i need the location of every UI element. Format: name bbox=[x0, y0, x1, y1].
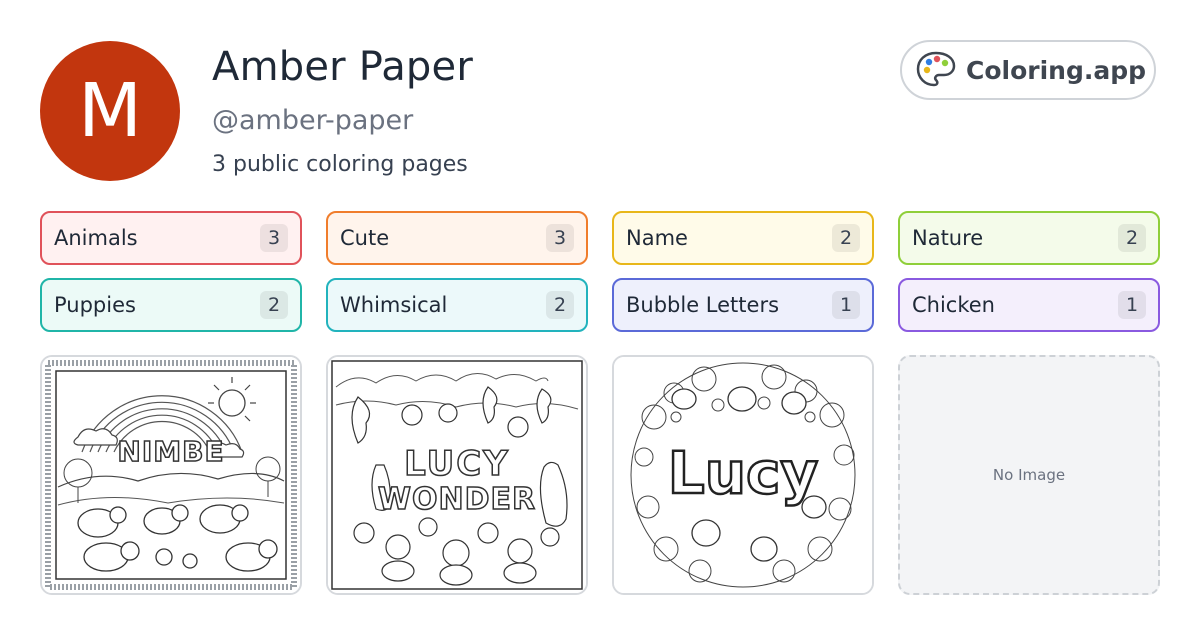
thumbnail-title: NIMBE bbox=[117, 435, 224, 468]
palette-icon bbox=[916, 51, 956, 87]
tag-puppies[interactable]: Puppies 2 bbox=[40, 278, 302, 332]
page-count: 3 public coloring pages bbox=[212, 152, 468, 177]
tag-label: Puppies bbox=[54, 293, 136, 317]
coloring-page-card-empty[interactable]: No Image bbox=[898, 355, 1160, 595]
profile-handle: @amber-paper bbox=[212, 105, 414, 136]
tag-label: Cute bbox=[340, 226, 390, 250]
tag-label: Chicken bbox=[912, 293, 995, 317]
tag-count: 2 bbox=[260, 291, 288, 319]
tag-chicken[interactable]: Chicken 1 bbox=[898, 278, 1160, 332]
brand-label: Coloring.app bbox=[966, 55, 1147, 85]
tag-count: 1 bbox=[1118, 291, 1146, 319]
tag-label: Name bbox=[626, 226, 688, 250]
coloring-page-card[interactable]: LUCY WONDER bbox=[326, 355, 588, 595]
tag-count: 3 bbox=[260, 224, 288, 252]
no-image-text: No Image bbox=[992, 466, 1066, 484]
tag-count: 2 bbox=[832, 224, 860, 252]
tag-whimsical[interactable]: Whimsical 2 bbox=[326, 278, 588, 332]
profile-name: Amber Paper bbox=[212, 44, 473, 90]
tag-nature[interactable]: Nature 2 bbox=[898, 211, 1160, 265]
thumbnail-title-line2: WONDER bbox=[378, 482, 536, 517]
coloring-page-thumbnail: NIMBE bbox=[42, 357, 300, 593]
tag-label: Animals bbox=[54, 226, 138, 250]
tag-count: 3 bbox=[546, 224, 574, 252]
tag-label: Nature bbox=[912, 226, 984, 250]
coloring-page-grid: NIMBE LUCY WONDER Lucy No Image bbox=[40, 355, 1160, 595]
avatar: M bbox=[40, 41, 180, 181]
thumbnail-title-line1: LUCY bbox=[404, 444, 510, 484]
coloring-page-thumbnail: LUCY WONDER bbox=[328, 357, 586, 593]
coloring-page-card[interactable]: Lucy bbox=[612, 355, 874, 595]
tag-label: Whimsical bbox=[340, 293, 448, 317]
coloring-page-thumbnail: Lucy bbox=[614, 357, 872, 593]
coloring-page-card[interactable]: NIMBE bbox=[40, 355, 302, 595]
tag-count: 2 bbox=[546, 291, 574, 319]
brand-button[interactable]: Coloring.app bbox=[900, 40, 1156, 100]
tag-count: 1 bbox=[832, 291, 860, 319]
tag-count: 2 bbox=[1118, 224, 1146, 252]
tag-cute[interactable]: Cute 3 bbox=[326, 211, 588, 265]
avatar-initial: M bbox=[78, 68, 142, 154]
tag-bubble-letters[interactable]: Bubble Letters 1 bbox=[612, 278, 874, 332]
thumbnail-title: Lucy bbox=[668, 439, 818, 507]
tag-animals[interactable]: Animals 3 bbox=[40, 211, 302, 265]
tag-name[interactable]: Name 2 bbox=[612, 211, 874, 265]
tag-label: Bubble Letters bbox=[626, 293, 780, 317]
tag-list: Animals 3 Cute 3 Name 2 Nature 2 Puppies 2 Wh… bbox=[40, 211, 1160, 332]
